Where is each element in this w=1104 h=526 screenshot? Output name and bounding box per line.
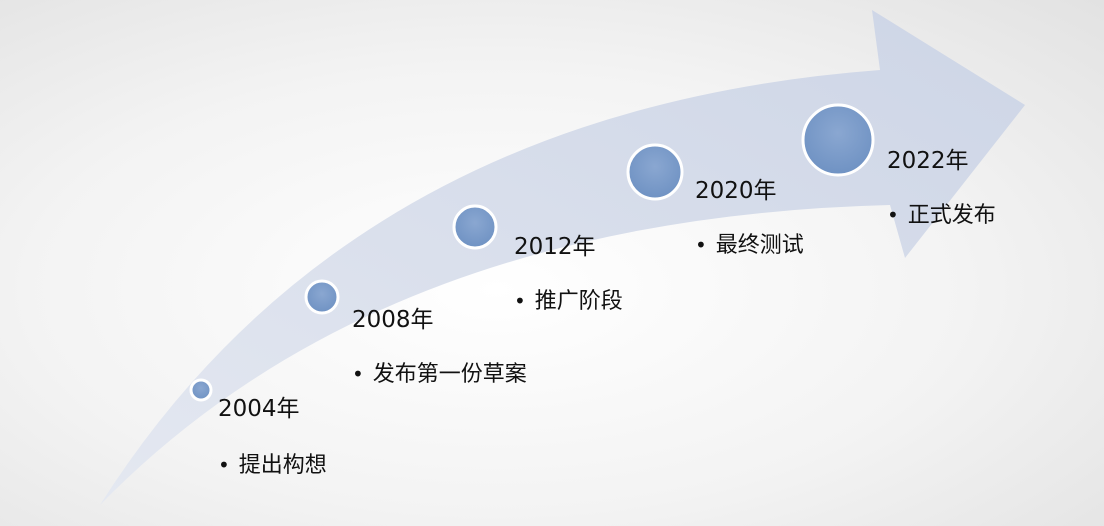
timeline-diagram: 2004年 • 提出构想 2008年 • 发布第一份草案 2012年 • 推广阶段 2… — [0, 0, 1104, 526]
bullet-icon: • — [695, 233, 707, 257]
milestone-year-2004: 2004年 — [218, 396, 300, 422]
milestone-event-2020: • 最终测试 — [695, 233, 804, 258]
milestone-year-2022: 2022年 — [887, 148, 969, 174]
milestone-year-2020: 2020年 — [695, 178, 777, 204]
bullet-icon: • — [514, 289, 526, 313]
milestone-event-2022: • 正式发布 — [887, 203, 996, 228]
milestone-year-2008: 2008年 — [352, 307, 434, 333]
milestone-marker-2004 — [189, 378, 213, 402]
milestone-marker-2008 — [304, 279, 340, 315]
milestone-event-2004: • 提出构想 — [218, 453, 327, 478]
milestone-marker-2012 — [452, 204, 498, 250]
milestone-year-2012: 2012年 — [514, 234, 596, 260]
milestone-event-2008: • 发布第一份草案 — [352, 362, 527, 387]
bullet-icon: • — [887, 203, 899, 227]
bullet-icon: • — [218, 453, 230, 477]
milestone-marker-2022 — [801, 103, 875, 177]
bullet-icon: • — [352, 362, 364, 386]
timeline-arrow — [100, 10, 1025, 505]
milestone-marker-2020 — [626, 143, 684, 201]
milestone-event-2012: • 推广阶段 — [514, 289, 623, 314]
